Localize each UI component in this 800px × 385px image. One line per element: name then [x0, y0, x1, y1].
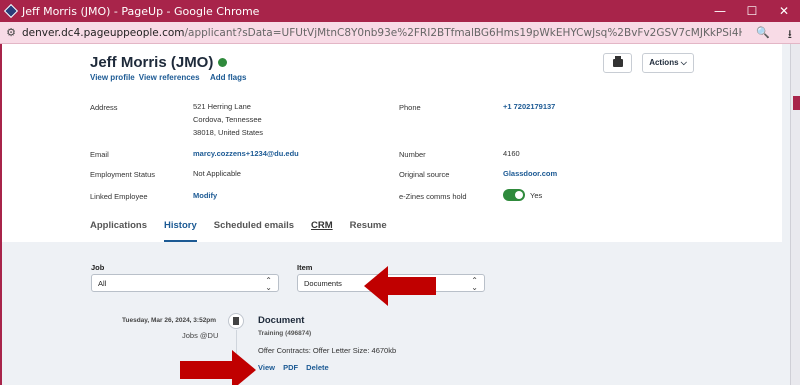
- phone-link[interactable]: +1 7202179137: [503, 101, 555, 113]
- candidate-name: Jeff Morris (JMO): [90, 54, 228, 71]
- arrow-shape: [180, 350, 256, 385]
- original-source-link[interactable]: Glassdoor.com: [503, 168, 557, 180]
- profile-links: View profile View references: [90, 73, 204, 82]
- view-references-link[interactable]: View references: [139, 73, 200, 82]
- document-icon: [228, 313, 244, 329]
- download-icon[interactable]: ⭳: [788, 25, 792, 46]
- history-description: Offer Contracts: Offer Letter Size: 4670…: [258, 346, 397, 355]
- view-link[interactable]: View: [258, 363, 275, 372]
- pdf-link[interactable]: PDF: [283, 363, 298, 372]
- original-source-label: Original source: [399, 170, 450, 179]
- tab-resume[interactable]: Resume: [350, 220, 387, 242]
- tab-applications[interactable]: Applications: [90, 220, 147, 242]
- scrollbar[interactable]: [790, 44, 800, 385]
- maximize-button[interactable]: ☐: [736, 0, 768, 22]
- close-button[interactable]: ✕: [768, 0, 800, 22]
- minimize-button[interactable]: —: [704, 0, 736, 22]
- address-label: Address: [90, 103, 118, 112]
- status-dot-icon: [218, 58, 228, 67]
- email-label: Email: [90, 150, 109, 159]
- employment-status-label: Employment Status: [90, 170, 156, 179]
- history-actions: View PDF Delete: [258, 363, 335, 372]
- employment-status-value: Not Applicable: [193, 169, 241, 178]
- history-title: Document: [258, 315, 305, 326]
- item-filter-label: Item: [297, 263, 313, 272]
- modify-link[interactable]: Modify: [193, 190, 217, 202]
- url-path: /applicant?sData=UFUtVjMtnC8Y0nb93e%2FRI…: [184, 26, 743, 39]
- tab-crm[interactable]: CRM: [311, 220, 333, 242]
- chevron-updown-icon: ⌃ ⌄: [265, 276, 272, 292]
- actions-button[interactable]: Actions ⌵: [642, 53, 694, 73]
- email-link[interactable]: marcy.cozzens+1234@du.edu: [193, 148, 299, 160]
- candidate-name-text: Jeff Morris (JMO): [90, 54, 214, 71]
- page-content: Jeff Morris (JMO) View profile View refer…: [2, 44, 790, 385]
- tab-scheduled-emails[interactable]: Scheduled emails: [214, 220, 294, 242]
- scrollbar-marker: [793, 96, 800, 110]
- printer-icon: [612, 56, 623, 67]
- toggle-knob: [515, 191, 523, 199]
- address-bar: ⚙ denver.dc4.pageuppeople.com/applicant?…: [0, 22, 800, 44]
- print-button[interactable]: [603, 53, 632, 73]
- item-select-value: Documents: [304, 278, 342, 288]
- job-select-value: All: [98, 278, 107, 288]
- ezines-label: e-Zines comms hold: [399, 192, 467, 201]
- annotation-arrow-right: [364, 266, 436, 306]
- delete-link[interactable]: Delete: [306, 363, 329, 372]
- window-controls: — ☐ ✕: [704, 0, 800, 22]
- history-source: Jobs @DU: [182, 331, 219, 340]
- address-line3: 38018, United States: [193, 128, 264, 137]
- chevron-updown-icon: ⌃ ⌄: [471, 276, 478, 292]
- ezines-value: Yes: [530, 191, 543, 200]
- zoom-icon[interactable]: 🔍: [756, 26, 770, 40]
- ezines-toggle[interactable]: [503, 189, 525, 201]
- tab-history[interactable]: History: [164, 220, 197, 242]
- job-filter-label: Job: [91, 263, 105, 272]
- number-label: Number: [399, 150, 426, 159]
- site-info-icon[interactable]: ⚙: [0, 26, 22, 39]
- add-flags-link[interactable]: Add flags: [210, 73, 246, 82]
- url-host: denver.dc4.pageuppeople.com: [22, 26, 185, 39]
- window-title: Jeff Morris (JMO) - PageUp - Google Chro…: [22, 4, 260, 18]
- linked-employee-label: Linked Employee: [90, 192, 148, 201]
- profile-tabs: Applications History Scheduled emails CR…: [90, 220, 404, 242]
- view-profile-link[interactable]: View profile: [90, 73, 135, 82]
- history-subtitle: Training (496874): [258, 330, 312, 337]
- profile-card: Jeff Morris (JMO) View profile View refer…: [2, 44, 782, 242]
- pageup-app-icon: [3, 3, 19, 19]
- window-titlebar: Jeff Morris (JMO) - PageUp - Google Chro…: [0, 0, 800, 22]
- address-line1: 521 Herring Lane: [193, 102, 251, 111]
- phone-label: Phone: [399, 103, 421, 112]
- job-select[interactable]: All ⌃ ⌄: [91, 274, 279, 292]
- address-line2: Cordova, Tennessee: [193, 115, 262, 124]
- history-date: Tuesday, Mar 26, 2024, 3:52pm: [122, 317, 217, 324]
- url-field[interactable]: denver.dc4.pageuppeople.com/applicant?sD…: [22, 27, 742, 39]
- number-value: 4160: [503, 149, 520, 158]
- arrow-shape: [364, 266, 436, 306]
- annotation-arrow-left: [180, 350, 256, 385]
